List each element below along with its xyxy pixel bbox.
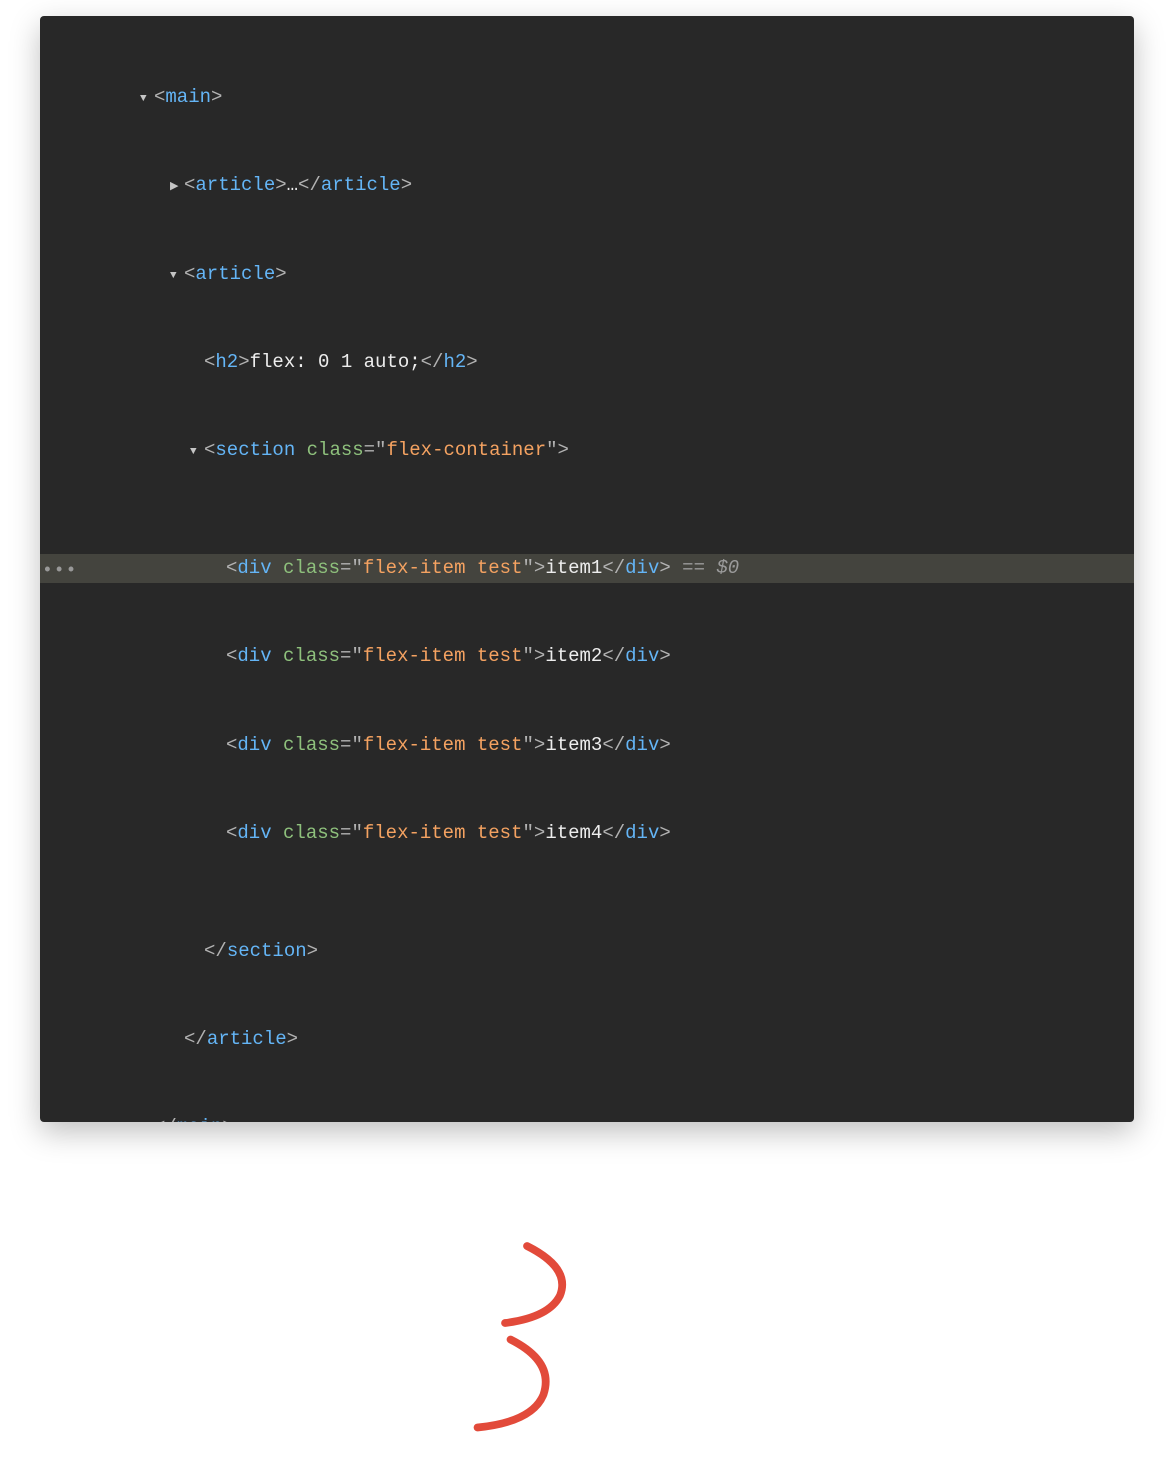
elements-tree[interactable]: ▼<main> ▶<article>…</article> ▼<article>…: [40, 16, 1134, 1122]
selected-node[interactable]: •••<div class="flex-item test">item1</di…: [40, 554, 1134, 583]
expand-icon[interactable]: ▼: [190, 444, 204, 461]
annotation-mark: [450, 1215, 670, 1475]
devtools-panel: ▼<main> ▶<article>…</article> ▼<article>…: [40, 16, 1134, 1122]
expand-icon[interactable]: ▶: [170, 179, 184, 196]
expand-icon[interactable]: ▼: [170, 268, 184, 285]
expand-icon[interactable]: ▼: [140, 91, 154, 108]
more-icon[interactable]: •••: [42, 558, 77, 586]
